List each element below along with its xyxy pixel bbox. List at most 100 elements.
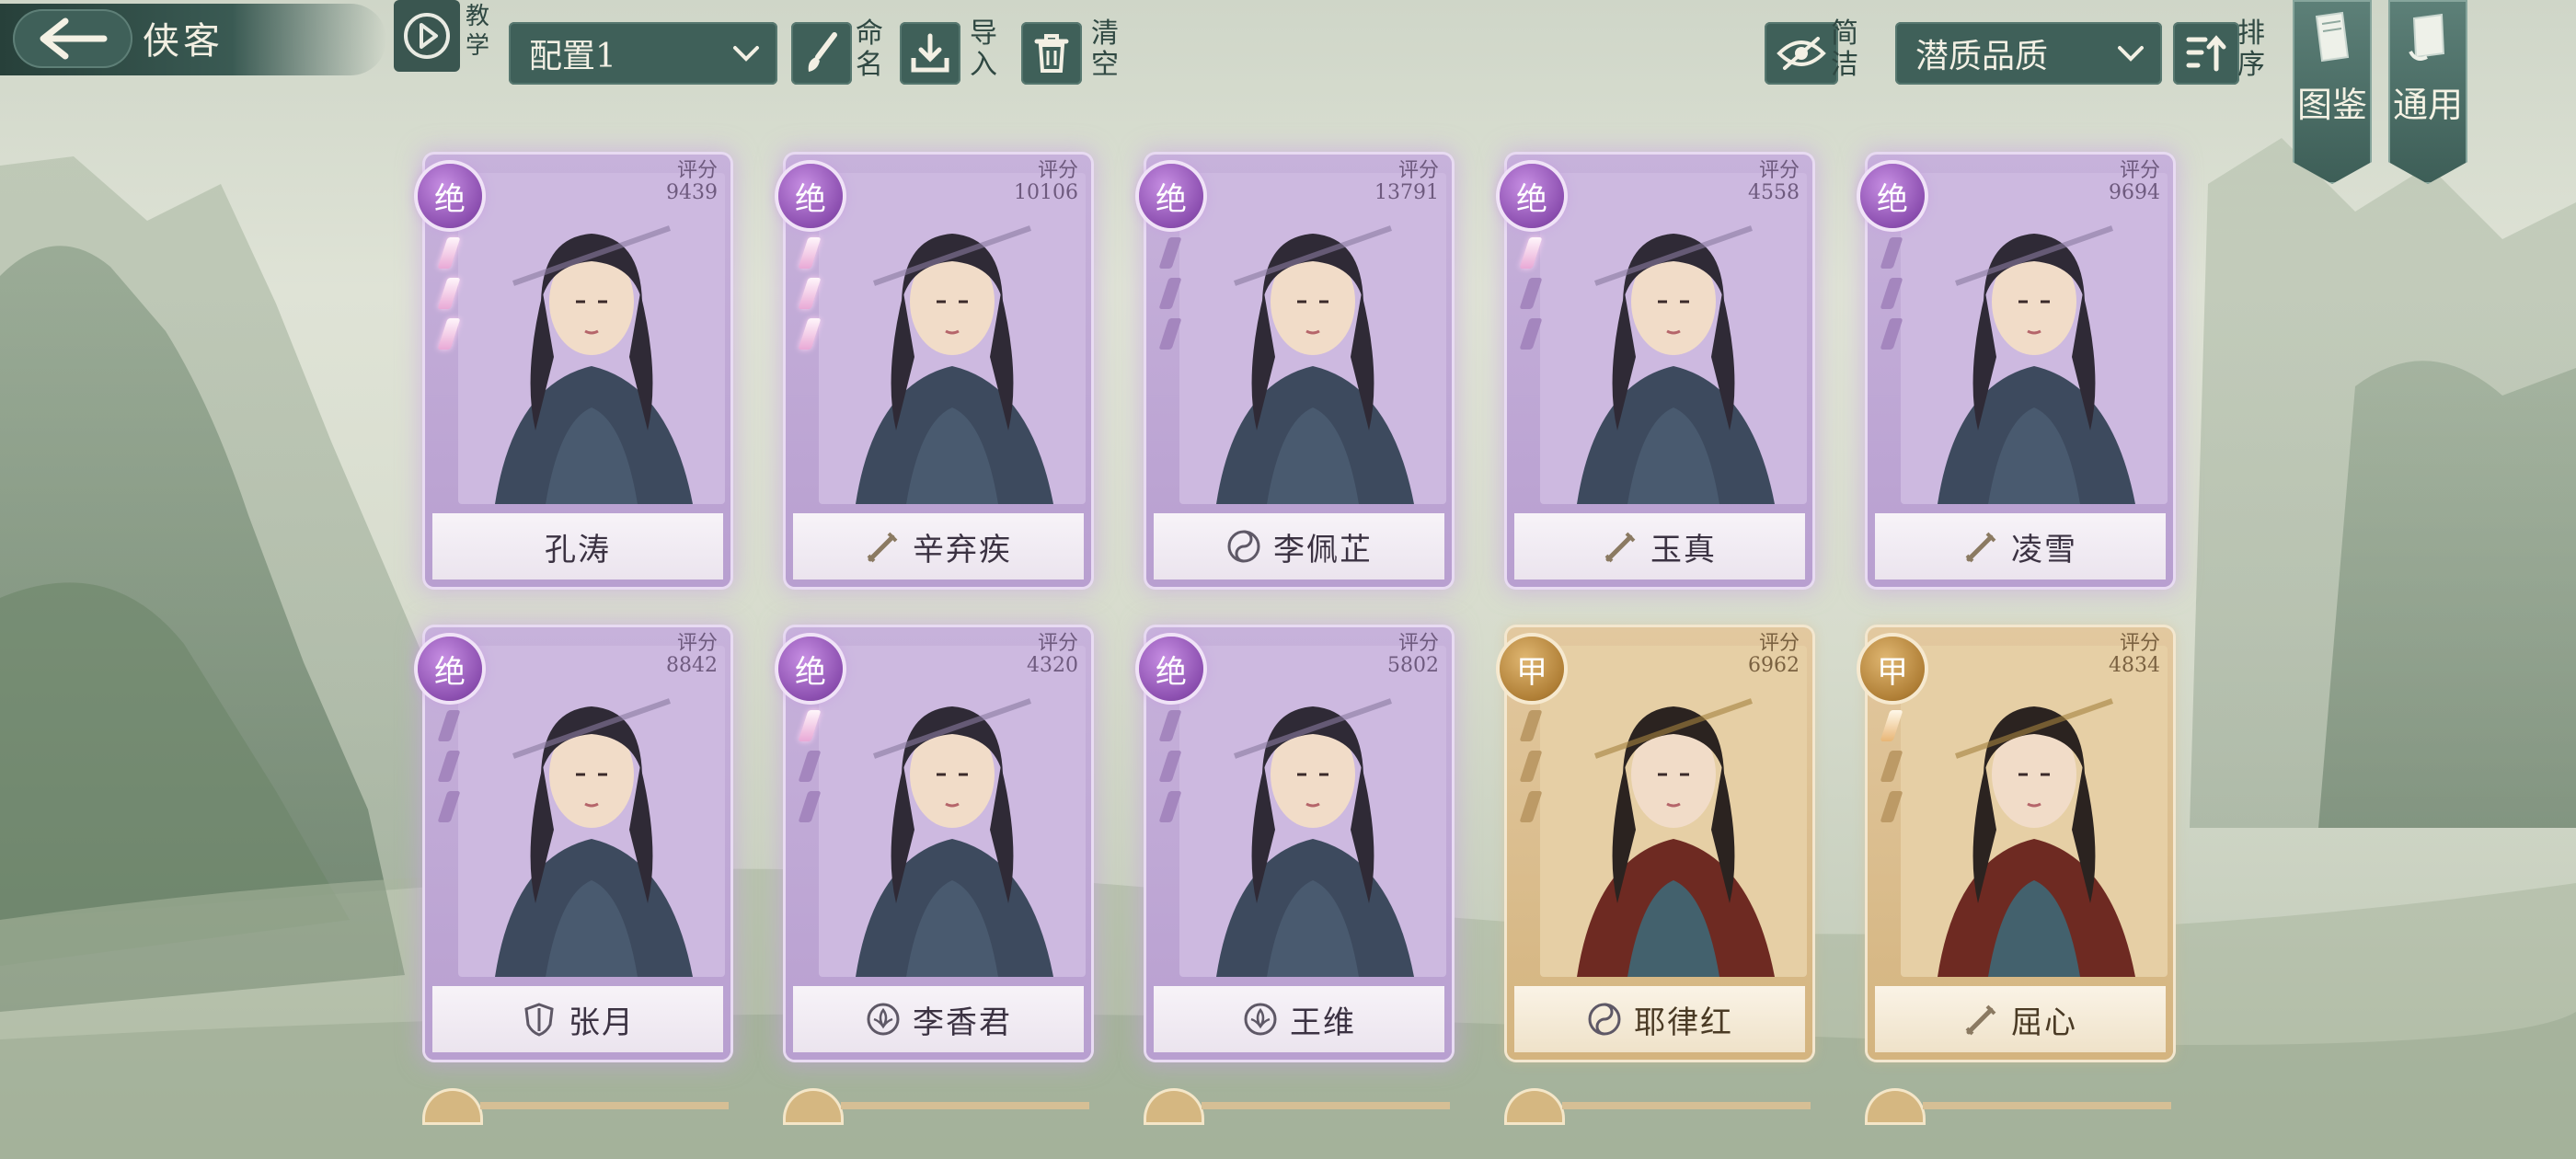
hero-name-bar: 玉真 bbox=[1514, 513, 1805, 580]
hero-portrait bbox=[1179, 646, 1446, 977]
back-button[interactable] bbox=[13, 9, 132, 68]
hero-card[interactable]: 绝 评分 4558 玉真 bbox=[1500, 155, 1812, 587]
hero-name: 李佩芷 bbox=[1273, 531, 1373, 568]
score-caption: 评分 bbox=[1397, 159, 1439, 182]
score-caption: 评分 bbox=[1037, 159, 1078, 182]
star-mark bbox=[798, 237, 822, 269]
hero-name-bar: 王维 bbox=[1154, 986, 1444, 1052]
hero-card[interactable]: 绝 评分 9439 孔涛 bbox=[418, 155, 730, 587]
rank-text: 甲 bbox=[1877, 653, 1908, 691]
hero-card[interactable]: 绝 评分 10106 辛弃疾 bbox=[778, 155, 1091, 587]
rank-text: 绝 bbox=[1516, 180, 1547, 218]
sort-button[interactable] bbox=[2173, 22, 2239, 85]
star-mark bbox=[798, 710, 822, 741]
chevron-down-icon bbox=[733, 46, 759, 62]
play-icon bbox=[404, 13, 450, 59]
taiji-icon bbox=[1586, 1001, 1623, 1038]
top-bar: 侠客 教学 配置1 命名 导入 清空 简洁 潜质品质 排序 图鉴 通用 bbox=[0, 0, 2576, 184]
codex-tab[interactable]: 图鉴 bbox=[2293, 0, 2372, 184]
brush-icon bbox=[808, 32, 837, 72]
scroll-icon bbox=[2409, 13, 2445, 61]
hero-portrait bbox=[819, 173, 1086, 504]
rank-badge-peek bbox=[1868, 1091, 1923, 1122]
rank-badge: 甲 bbox=[1500, 637, 1564, 701]
hero-name: 玉真 bbox=[1650, 531, 1717, 568]
score-caption: 评分 bbox=[1758, 632, 1800, 655]
rank-badge: 绝 bbox=[1860, 164, 1925, 228]
tutorial-button[interactable] bbox=[394, 0, 460, 72]
config-select[interactable]: 配置1 bbox=[509, 22, 777, 85]
hero-card[interactable]: 甲 评分 6962 耶律红 bbox=[1500, 627, 1812, 1060]
score-value: 6962 bbox=[1748, 654, 1800, 677]
star-rating bbox=[1152, 710, 1189, 822]
eye-slash-icon bbox=[1777, 37, 1826, 70]
hero-card[interactable]: 绝 评分 4320 李香君 bbox=[778, 627, 1091, 1060]
general-tab[interactable]: 通用 bbox=[2388, 0, 2467, 184]
next-row-peek bbox=[425, 1091, 730, 1128]
rank-badge-peek bbox=[1146, 1091, 1202, 1122]
hero-name: 孔涛 bbox=[545, 531, 611, 568]
hero-card[interactable]: 绝 评分 13791 李佩芷 bbox=[1139, 155, 1452, 587]
star-rating bbox=[1512, 710, 1549, 822]
rank-badge: 绝 bbox=[1139, 164, 1203, 228]
star-mark bbox=[798, 318, 822, 350]
score-label: 评分 10106 bbox=[1014, 160, 1078, 204]
rank-badge: 绝 bbox=[1500, 164, 1564, 228]
star-mark bbox=[798, 791, 822, 822]
star-mark bbox=[1158, 791, 1182, 822]
hero-name: 李香君 bbox=[913, 1004, 1012, 1041]
next-row-peek bbox=[786, 1091, 1091, 1128]
hero-name-bar: 凌雪 bbox=[1875, 513, 2166, 580]
hero-portrait bbox=[1901, 646, 2168, 977]
star-mark bbox=[437, 278, 461, 309]
score-caption: 评分 bbox=[676, 632, 718, 655]
star-mark bbox=[1880, 318, 1903, 350]
hero-name: 屈心 bbox=[2011, 1004, 2077, 1041]
hero-card[interactable]: 绝 评分 9694 凌雪 bbox=[1860, 155, 2173, 587]
rank-badge: 绝 bbox=[418, 164, 482, 228]
star-mark bbox=[1519, 318, 1543, 350]
score-label: 评分 9694 bbox=[2109, 160, 2160, 204]
star-rating bbox=[791, 237, 828, 350]
clear-button[interactable] bbox=[1021, 22, 1082, 85]
rank-badge-peek bbox=[425, 1091, 480, 1122]
lotus-icon bbox=[865, 1001, 902, 1038]
rank-badge-peek bbox=[1507, 1091, 1562, 1122]
star-mark bbox=[1519, 278, 1543, 309]
star-mark bbox=[1158, 710, 1182, 741]
simple-view-button[interactable] bbox=[1765, 22, 1838, 85]
rank-text: 绝 bbox=[1877, 180, 1908, 218]
star-mark bbox=[1158, 237, 1182, 269]
star-mark bbox=[1880, 278, 1903, 309]
star-rating bbox=[1512, 237, 1549, 350]
clear-label: 清空 bbox=[1091, 17, 1119, 81]
score-value: 5802 bbox=[1387, 654, 1439, 677]
hero-name-bar: 孔涛 bbox=[432, 513, 723, 580]
star-mark bbox=[1880, 791, 1903, 822]
star-mark bbox=[1158, 278, 1182, 309]
rank-badge: 甲 bbox=[1860, 637, 1925, 701]
score-label: 评分 4558 bbox=[1748, 160, 1800, 204]
star-mark bbox=[1519, 710, 1543, 741]
sort-select[interactable]: 潜质品质 bbox=[1895, 22, 2162, 85]
hero-card[interactable]: 甲 评分 4834 屈心 bbox=[1860, 627, 2173, 1060]
codex-label: 图鉴 bbox=[2296, 85, 2367, 125]
rename-button[interactable] bbox=[791, 22, 852, 85]
card-edge-peek bbox=[841, 1102, 1089, 1109]
hero-card[interactable]: 绝 评分 8842 张月 bbox=[418, 627, 730, 1060]
star-mark bbox=[437, 751, 461, 782]
card-edge-peek bbox=[1923, 1102, 2171, 1109]
rank-text: 绝 bbox=[1156, 653, 1187, 691]
score-label: 评分 9439 bbox=[666, 160, 718, 204]
hero-name: 耶律红 bbox=[1634, 1004, 1733, 1041]
rank-badge: 绝 bbox=[778, 637, 843, 701]
score-value: 4320 bbox=[1027, 654, 1078, 677]
import-button[interactable] bbox=[900, 22, 960, 85]
star-mark bbox=[437, 710, 461, 741]
rank-text: 绝 bbox=[795, 653, 826, 691]
hero-card[interactable]: 绝 评分 5802 王维 bbox=[1139, 627, 1452, 1060]
score-caption: 评分 bbox=[2119, 632, 2160, 655]
tutorial-label: 教学 bbox=[466, 3, 490, 60]
lotus-icon bbox=[1242, 1001, 1279, 1038]
score-label: 评分 4834 bbox=[2109, 633, 2160, 677]
